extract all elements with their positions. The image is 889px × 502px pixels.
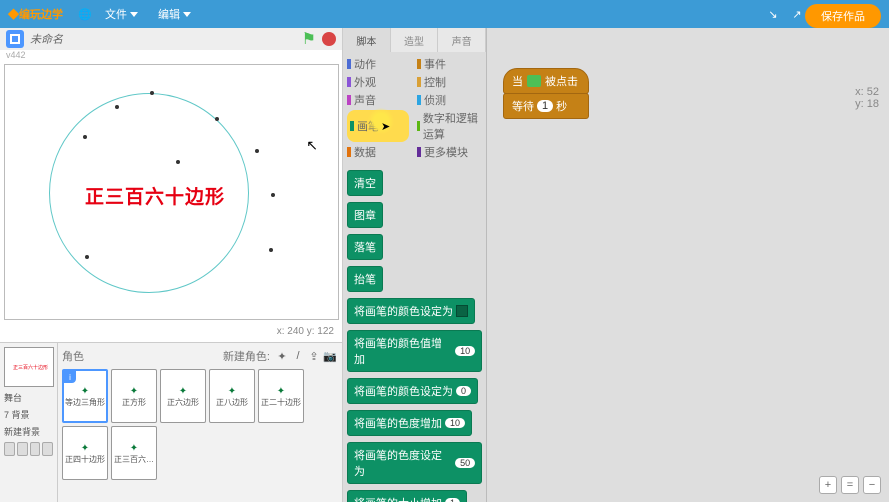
- new-bg-label: 新建背景: [4, 425, 53, 438]
- flag-icon: [527, 75, 541, 87]
- turtle-icon: ✦: [81, 443, 89, 454]
- pen-block[interactable]: 落笔: [347, 234, 383, 260]
- sprite-name: 正三百六…: [114, 456, 154, 464]
- camera-bg-icon[interactable]: [42, 442, 53, 456]
- zoom-reset-icon[interactable]: =: [841, 476, 859, 494]
- category-6[interactable]: 画笔: [347, 110, 409, 142]
- script-canvas[interactable]: x: 52 y: 18 当 被点击 等待 1 秒 + = −: [487, 28, 889, 502]
- cursor-icon: ➤: [381, 120, 390, 133]
- turtle-icon: ✦: [228, 386, 236, 397]
- camera-sprite-icon[interactable]: 📷: [322, 348, 338, 364]
- sprite-name: 正八边形: [216, 399, 248, 407]
- green-flag-icon[interactable]: ⚑: [302, 29, 316, 49]
- sprites-label: 角色: [62, 348, 84, 364]
- sprite-item[interactable]: ✦ 正四十边形: [62, 426, 108, 480]
- category-2[interactable]: 外观: [347, 74, 409, 90]
- category-7[interactable]: 数字和逻辑运算: [417, 110, 479, 142]
- choose-bg-icon[interactable]: [4, 442, 15, 456]
- menu-edit[interactable]: 编辑: [150, 3, 199, 25]
- sprite-item[interactable]: i ✦ 等边三角形: [62, 369, 108, 423]
- sprite-name: 等边三角形: [65, 399, 105, 407]
- stage-text: 正三百六十边形: [85, 182, 225, 209]
- paint-sprite-icon[interactable]: /: [290, 348, 306, 364]
- sprite-item[interactable]: ✦ 正二十边形: [258, 369, 304, 423]
- category-4[interactable]: 声音: [347, 92, 409, 108]
- tab-scripts[interactable]: 脚本: [343, 28, 391, 52]
- sprite-item[interactable]: ✦ 正三百六…: [111, 426, 157, 480]
- category-0[interactable]: 动作: [347, 56, 409, 72]
- stage-header: ⚑: [0, 28, 342, 50]
- category-1[interactable]: 事件: [417, 56, 479, 72]
- zoom-out-icon[interactable]: −: [863, 476, 881, 494]
- stage-thumbnail[interactable]: 正三百六十边形: [4, 347, 54, 387]
- sprite-name: 正六边形: [167, 399, 199, 407]
- upload-sprite-icon[interactable]: ⇪: [306, 348, 322, 364]
- sprite-item[interactable]: ✦ 正八边形: [209, 369, 255, 423]
- pen-block[interactable]: 将画笔的色度设定为50: [347, 442, 482, 484]
- stage-thumb-sub: 7 背景: [4, 408, 53, 421]
- script-stack[interactable]: 当 被点击 等待 1 秒: [503, 68, 589, 119]
- sprite-name: 正方形: [122, 399, 146, 407]
- pen-block[interactable]: 将画笔的颜色值增加10: [347, 330, 482, 372]
- category-5[interactable]: 侦测: [417, 92, 479, 108]
- sprite-item[interactable]: ✦ 正方形: [111, 369, 157, 423]
- cursor-icon: ↖: [306, 137, 318, 154]
- version-label: v442: [0, 50, 342, 60]
- pen-block[interactable]: 将画笔的颜色设定为: [347, 298, 475, 324]
- save-button[interactable]: 保存作品: [805, 4, 881, 28]
- category-9[interactable]: 更多模块: [417, 144, 479, 160]
- pen-block[interactable]: 将画笔的颜色设定为0: [347, 378, 478, 404]
- pen-block[interactable]: 清空: [347, 170, 383, 196]
- globe-icon[interactable]: 🌐: [73, 2, 97, 26]
- project-title-input[interactable]: [30, 33, 296, 45]
- pen-block[interactable]: 图章: [347, 202, 383, 228]
- top-toolbar: ◆编玩边学 🌐 文件 编辑 ↘ ↗ ⛶ ✕ ?: [0, 0, 889, 28]
- turtle-icon: ✦: [130, 386, 138, 397]
- info-icon[interactable]: i: [64, 371, 76, 383]
- script-x-label: x: 52: [855, 86, 879, 98]
- menu-file[interactable]: 文件: [97, 3, 146, 25]
- choose-sprite-icon[interactable]: ✦: [274, 348, 290, 364]
- when-flag-clicked-block[interactable]: 当 被点击: [503, 68, 589, 94]
- stop-icon[interactable]: [322, 32, 336, 46]
- stage-canvas[interactable]: 正三百六十边形 ↖: [4, 64, 339, 320]
- pen-block[interactable]: 将画笔的大小增加1: [347, 490, 467, 502]
- stage-view-icon[interactable]: [6, 30, 24, 48]
- sprite-name: 正二十边形: [261, 399, 301, 407]
- tab-costumes[interactable]: 造型: [391, 28, 439, 52]
- sprite-item[interactable]: ✦ 正六边形: [160, 369, 206, 423]
- upload-bg-icon[interactable]: [30, 442, 41, 456]
- paint-bg-icon[interactable]: [17, 442, 28, 456]
- category-3[interactable]: 控制: [417, 74, 479, 90]
- stage-thumb-label: 舞台: [4, 391, 53, 404]
- logo: ◆编玩边学: [8, 6, 63, 22]
- new-sprite-label: 新建角色:: [223, 348, 270, 364]
- category-8[interactable]: 数据: [347, 144, 409, 160]
- turtle-icon: ✦: [130, 443, 138, 454]
- shrink-icon[interactable]: ↘: [761, 2, 785, 26]
- pen-block[interactable]: 抬笔: [347, 266, 383, 292]
- script-y-label: y: 18: [855, 98, 879, 110]
- pen-block[interactable]: 将画笔的色度增加10: [347, 410, 472, 436]
- sprite-name: 正四十边形: [65, 456, 105, 464]
- wait-block[interactable]: 等待 1 秒: [503, 93, 589, 119]
- stage-coords: x: 240 y: 122: [0, 324, 342, 342]
- turtle-icon: ✦: [277, 386, 285, 397]
- turtle-icon: ✦: [179, 386, 187, 397]
- turtle-icon: ✦: [81, 386, 89, 397]
- tab-sounds[interactable]: 声音: [438, 28, 486, 52]
- zoom-in-icon[interactable]: +: [819, 476, 837, 494]
